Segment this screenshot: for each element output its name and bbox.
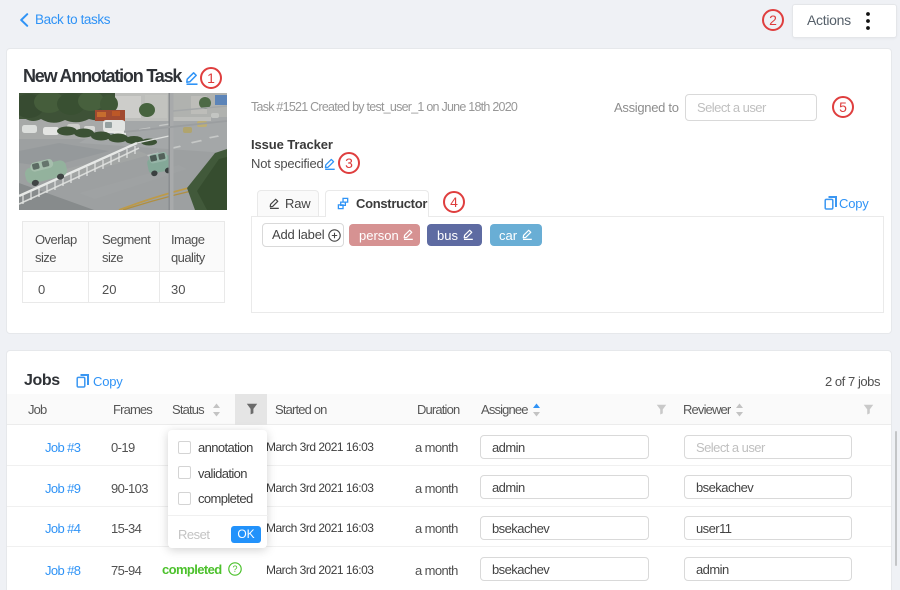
- svg-text:?: ?: [232, 564, 237, 574]
